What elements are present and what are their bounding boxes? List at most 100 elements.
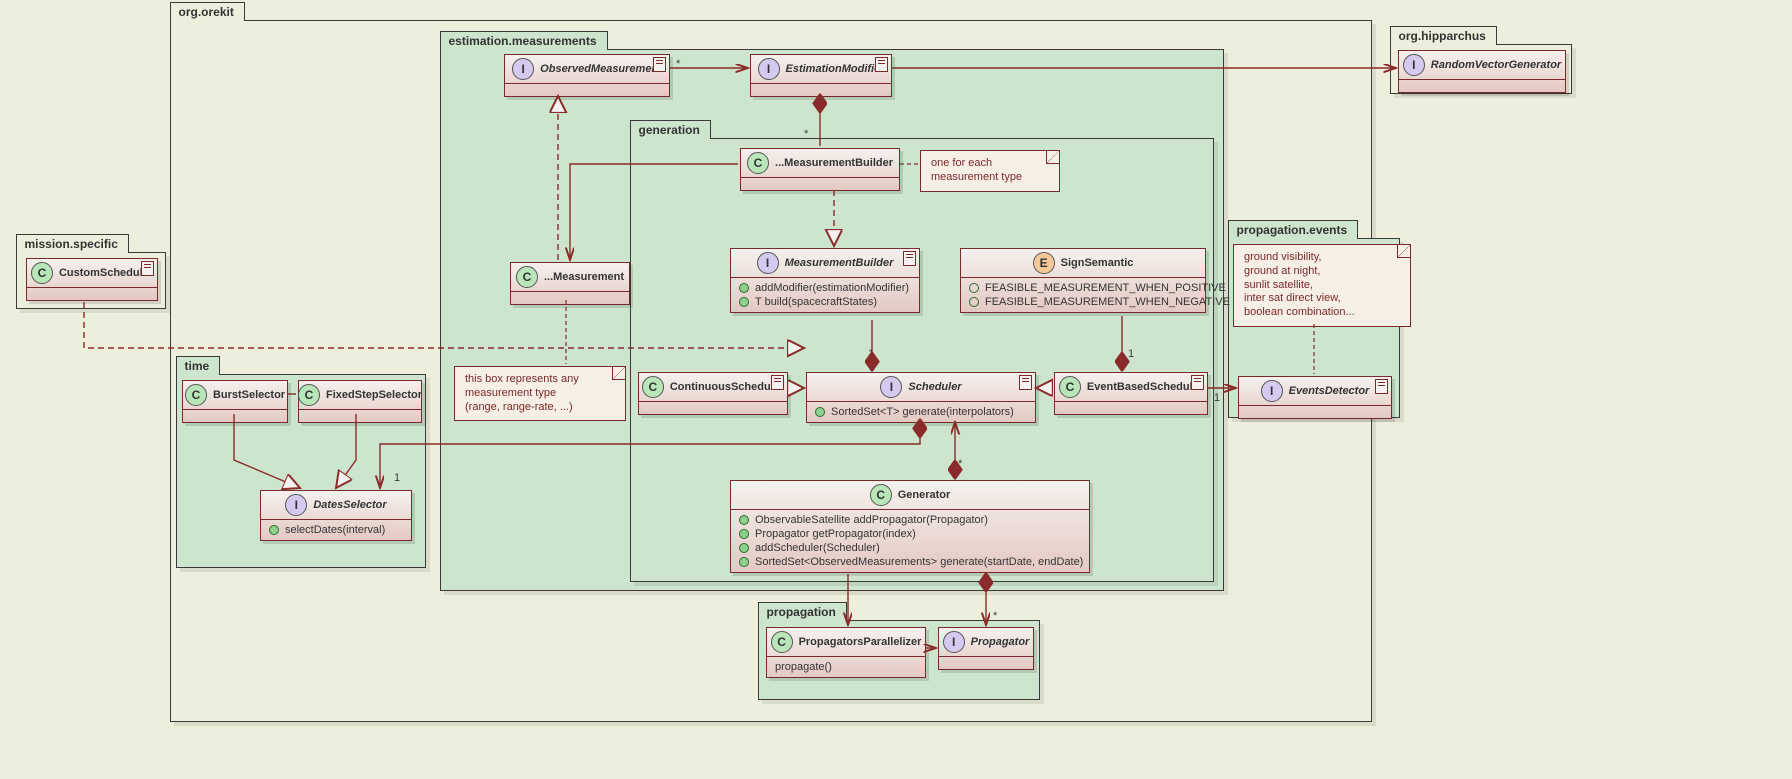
interface-icon: I xyxy=(757,252,779,274)
package-tab: org.orekit xyxy=(170,2,245,21)
note-line: ground at night, xyxy=(1244,265,1400,279)
class-name: Generator xyxy=(898,489,951,501)
note-line: one for each xyxy=(931,157,1049,171)
class-observed-measurement: I ObservedMeasurement xyxy=(504,54,670,97)
class-dates-selector: I DatesSelector selectDates(interval) xyxy=(260,490,412,541)
interface-icon: I xyxy=(1261,380,1283,402)
stereotype-icon xyxy=(771,375,784,390)
mult-label: 1 xyxy=(1128,348,1134,360)
interface-measurement-builder: I MeasurementBuilder addModifier(estimat… xyxy=(730,248,920,313)
note-measurement: this box represents any measurement type… xyxy=(454,366,626,421)
interface-icon: I xyxy=(758,58,780,80)
interface-icon: I xyxy=(285,494,307,516)
method-bullet xyxy=(739,543,749,553)
method-bullet xyxy=(739,515,749,525)
class-name: PropagatorsParallelizer xyxy=(799,636,922,648)
class-estimation-modifier: I EstimationModifier xyxy=(750,54,892,97)
class-continuous-scheduler: C ContinuousScheduler xyxy=(638,372,788,415)
note-line: measurement type xyxy=(465,387,615,401)
class-icon: C xyxy=(31,262,53,284)
enum-bullet xyxy=(969,297,979,307)
method: addModifier(estimationModifier) xyxy=(755,282,909,294)
class-name: EstimationModifier xyxy=(786,63,885,75)
class-name: Scheduler xyxy=(908,381,961,393)
method: SortedSet<ObservedMeasurements> generate… xyxy=(755,556,1083,568)
method: propagate() xyxy=(775,661,832,673)
method: Propagator getPropagator(index) xyxy=(755,528,916,540)
note-line: ground visibility, xyxy=(1244,251,1400,265)
method: addScheduler(Scheduler) xyxy=(755,542,880,554)
enum-value: FEASIBLE_MEASUREMENT_WHEN_NEGATIVE xyxy=(985,296,1230,308)
enum-icon: E xyxy=(1033,252,1055,274)
note-line: inter sat direct view, xyxy=(1244,292,1400,306)
note-line: boolean combination... xyxy=(1244,306,1400,320)
mult-label: * xyxy=(804,128,808,140)
method-bullet xyxy=(815,407,825,417)
class-name: FixedStepSelector xyxy=(326,389,422,401)
interface-icon: I xyxy=(1403,54,1425,76)
class-icon: C xyxy=(771,631,793,653)
class-name: RandomVectorGenerator xyxy=(1431,59,1561,71)
package-tab: org.hipparchus xyxy=(1390,26,1497,45)
class-icon: C xyxy=(642,376,664,398)
class-icon: C xyxy=(298,384,320,406)
method-bullet xyxy=(739,297,749,307)
class-icon: C xyxy=(1059,376,1081,398)
method-bullet xyxy=(739,557,749,567)
class-name: CustomScheduler xyxy=(59,267,153,279)
package-tab: generation xyxy=(630,120,711,139)
method: T build(spacecraftStates) xyxy=(755,296,877,308)
stereotype-icon xyxy=(875,57,888,72)
interface-propagator: I Propagator xyxy=(938,627,1034,670)
stereotype-icon xyxy=(1375,379,1388,394)
class-name: EventBasedScheduler xyxy=(1087,381,1203,393)
enum-sign-semantic: E SignSemantic FEASIBLE_MEASUREMENT_WHEN… xyxy=(960,248,1206,313)
note-line: sunlit satellite, xyxy=(1244,279,1400,293)
method: selectDates(interval) xyxy=(285,524,385,536)
stereotype-icon xyxy=(141,261,154,276)
package-tab: propagation.events xyxy=(1228,220,1359,239)
class-any-measurement: C ...Measurement xyxy=(510,262,630,305)
class-name: ...MeasurementBuilder xyxy=(775,157,893,169)
interface-events-detector: I EventsDetector xyxy=(1238,376,1392,419)
interface-icon: I xyxy=(512,58,534,80)
note-measurement-builder: one for each measurement type xyxy=(920,150,1060,192)
method-bullet xyxy=(739,283,749,293)
mult-label: 1 xyxy=(394,472,400,484)
method-bullet xyxy=(269,525,279,535)
note-line: measurement type xyxy=(931,171,1049,185)
class-generator: C Generator ObservableSatellite addPropa… xyxy=(730,480,1090,573)
package-tab: time xyxy=(176,356,221,375)
class-name: SignSemantic xyxy=(1061,257,1134,269)
class-name: DatesSelector xyxy=(313,499,386,511)
note-line: (range, range-rate, ...) xyxy=(465,401,615,415)
package-tab: estimation.measurements xyxy=(440,31,608,50)
mult-label: * xyxy=(958,458,962,470)
method: SortedSet<T> generate(interpolators) xyxy=(831,406,1014,418)
interface-icon: I xyxy=(880,376,902,398)
class-name: ...Measurement xyxy=(544,271,624,283)
method: ObservableSatellite addPropagator(Propag… xyxy=(755,514,988,526)
class-name: MeasurementBuilder xyxy=(785,257,894,269)
package-tab: mission.specific xyxy=(16,234,129,253)
class-event-based-scheduler: C EventBasedScheduler xyxy=(1054,372,1208,415)
note-line: this box represents any xyxy=(465,373,615,387)
note-events: ground visibility, ground at night, sunl… xyxy=(1233,244,1411,327)
method-bullet xyxy=(739,529,749,539)
mult-label: 1 xyxy=(868,348,874,360)
class-custom-scheduler: C CustomScheduler xyxy=(26,258,158,301)
stereotype-icon xyxy=(1019,375,1032,390)
mult-label: * xyxy=(993,610,997,622)
interface-scheduler: I Scheduler SortedSet<T> generate(interp… xyxy=(806,372,1036,423)
class-icon: C xyxy=(747,152,769,174)
class-icon: C xyxy=(870,484,892,506)
class-icon: C xyxy=(185,384,207,406)
class-fixed-step-selector: C FixedStepSelector xyxy=(298,380,422,423)
stereotype-icon xyxy=(903,251,916,266)
mult-label: * xyxy=(676,58,680,70)
stereotype-icon xyxy=(653,57,666,72)
mult-label: 1 xyxy=(1214,392,1220,404)
class-name: BurstSelector xyxy=(213,389,285,401)
class-name: ObservedMeasurement xyxy=(540,63,662,75)
interface-icon: I xyxy=(943,631,965,653)
